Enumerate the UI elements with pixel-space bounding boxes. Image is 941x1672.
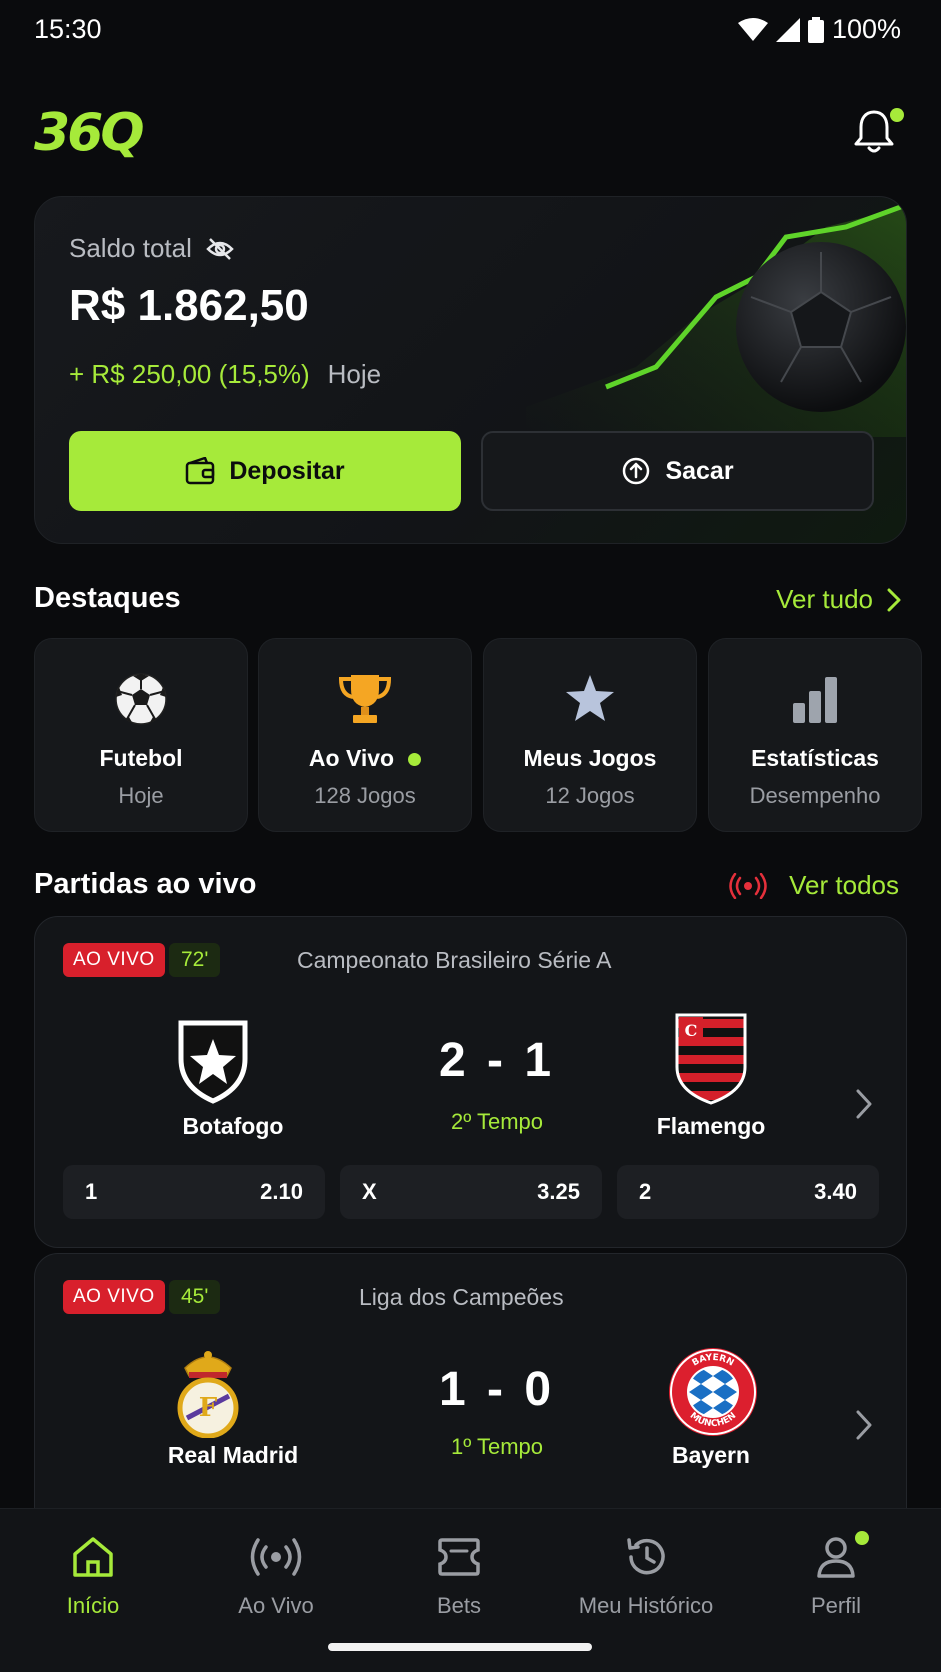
league-name: Liga dos Campeões [359, 1284, 564, 1310]
status-icons: 100% [737, 14, 901, 45]
status-time: 15:30 [34, 14, 102, 44]
wifi-icon [737, 17, 768, 41]
balance-amount: R$ 1.862,50 [69, 281, 309, 330]
nav-ao-vivo[interactable]: Ao Vivo [186, 1533, 366, 1619]
eye-off-icon[interactable] [206, 237, 234, 261]
balance-change: + R$ 250,00 (15,5%) [69, 359, 310, 389]
upload-icon [623, 457, 650, 485]
home-team: Real Madrid [167, 1442, 299, 1468]
chevron-right-icon[interactable] [852, 1408, 876, 1442]
svg-text:F: F [199, 1393, 218, 1423]
live-badge: AO VIVO [63, 943, 165, 977]
live-dot [408, 753, 422, 767]
league-name: Campeonato Brasileiro Série A [297, 947, 612, 973]
trophy-icon [338, 675, 392, 723]
highlights-title: Destaques [34, 582, 181, 614]
live-matches-title: Partidas ao vivo [34, 868, 257, 900]
live-matches-see-all-label: Ver todos [789, 870, 899, 900]
bar-chart-icon [793, 677, 837, 723]
balance-label-row: Saldo total [69, 233, 234, 264]
real-madrid-crest-icon: F [177, 1351, 239, 1438]
odd-value: 3.25 [537, 1179, 580, 1204]
broadcast-icon [729, 872, 767, 899]
balance-label: Saldo total [69, 233, 192, 263]
ticket-icon [438, 1538, 480, 1576]
odd-value: 2.10 [260, 1179, 303, 1204]
balance-change-row: + R$ 250,00 (15,5%) Hoje [69, 359, 381, 390]
nav-label: Meu Histórico [578, 1593, 714, 1618]
odd-label: 1 [85, 1179, 98, 1204]
match-minute: 72' [169, 943, 221, 977]
highlight-title: Ao Vivo [259, 745, 471, 772]
battery-icon [807, 16, 824, 43]
highlight-title: Estatísticas [751, 745, 879, 771]
highlight-meus-jogos[interactable]: Meus Jogos 12 Jogos [483, 638, 697, 832]
match-minute: 45' [169, 1280, 221, 1314]
highlight-subtitle: Desempenho [749, 783, 881, 808]
balance-card: Saldo total R$ 1.862,50 + R$ 250,00 (15,… [34, 196, 907, 544]
soccer-ball-icon [115, 673, 167, 725]
match-score: 2 - 1 [438, 1034, 556, 1087]
home-icon [73, 1537, 113, 1577]
highlight-title: Futebol [99, 745, 183, 771]
match-card[interactable]: AO VIVO 72' Campeonato Brasileiro Série … [34, 916, 907, 1248]
highlights-see-all-label: Ver tudo [776, 584, 873, 614]
notification-dot [890, 108, 904, 122]
chevron-right-icon[interactable] [852, 1087, 876, 1121]
botafogo-crest-icon [178, 1020, 248, 1104]
withdraw-button[interactable]: Sacar [481, 431, 874, 511]
deposit-label: Depositar [229, 456, 345, 485]
nav-label: Bets [436, 1593, 482, 1618]
signal-icon [775, 17, 800, 42]
nav-label: Início [66, 1593, 120, 1618]
battery-level: 100% [831, 14, 901, 44]
highlight-title: Meus Jogos [523, 745, 657, 771]
highlight-futebol[interactable]: Futebol Hoje [34, 638, 248, 832]
highlight-subtitle: 128 Jogos [314, 783, 416, 808]
svg-text:C: C [685, 1021, 698, 1040]
nav-perfil[interactable]: Perfil [746, 1533, 926, 1619]
deposit-button[interactable]: Depositar [69, 431, 461, 511]
highlight-subtitle: 12 Jogos [545, 783, 635, 808]
bayern-crest-icon: BAYERN MÜNCHEN [669, 1348, 757, 1436]
live-badge: AO VIVO [63, 1280, 165, 1314]
wallet-icon [186, 457, 215, 485]
app-logo[interactable]: 36Q [34, 106, 145, 160]
highlight-subtitle: Hoje [118, 783, 164, 808]
chevron-right-icon [887, 588, 901, 611]
history-icon [627, 1538, 665, 1575]
profile-notification-dot [855, 1531, 869, 1545]
home-indicator[interactable] [328, 1643, 592, 1651]
status-bar: 15:30 100% [0, 0, 941, 60]
nav-meu-historico[interactable]: Meu Histórico [556, 1533, 736, 1619]
live-matches-see-all[interactable]: Ver todos [729, 870, 899, 901]
odd-away-button[interactable]: 2 3.40 [617, 1165, 879, 1219]
nav-inicio[interactable]: Início [3, 1533, 183, 1619]
star-icon [566, 675, 614, 721]
match-score: 1 - 0 [438, 1363, 556, 1416]
nav-label: Ao Vivo [238, 1593, 314, 1618]
away-team: Flamengo [656, 1113, 766, 1139]
odd-label: 2 [639, 1179, 652, 1204]
balance-change-period: Hoje [327, 359, 382, 389]
nav-bets[interactable]: Bets [369, 1533, 549, 1619]
away-team: Bayern [672, 1442, 750, 1468]
highlight-ao-vivo[interactable]: Ao Vivo 128 Jogos [258, 638, 472, 832]
odd-draw-button[interactable]: X 3.25 [340, 1165, 602, 1219]
highlight-estatisticas[interactable]: Estatísticas Desempenho [708, 638, 922, 832]
odd-label: X [362, 1179, 377, 1204]
odd-value: 3.40 [814, 1179, 857, 1204]
odd-home-button[interactable]: 1 2.10 [63, 1165, 325, 1219]
user-icon [817, 1537, 855, 1578]
withdraw-label: Sacar [665, 456, 734, 485]
soccer-ball-chart-art [526, 202, 906, 437]
broadcast-icon [250, 1538, 302, 1576]
highlights-see-all[interactable]: Ver tudo [776, 584, 901, 615]
nav-label: Perfil [810, 1593, 862, 1618]
home-team: Botafogo [182, 1113, 284, 1139]
flamengo-crest-icon: C [675, 1013, 747, 1105]
